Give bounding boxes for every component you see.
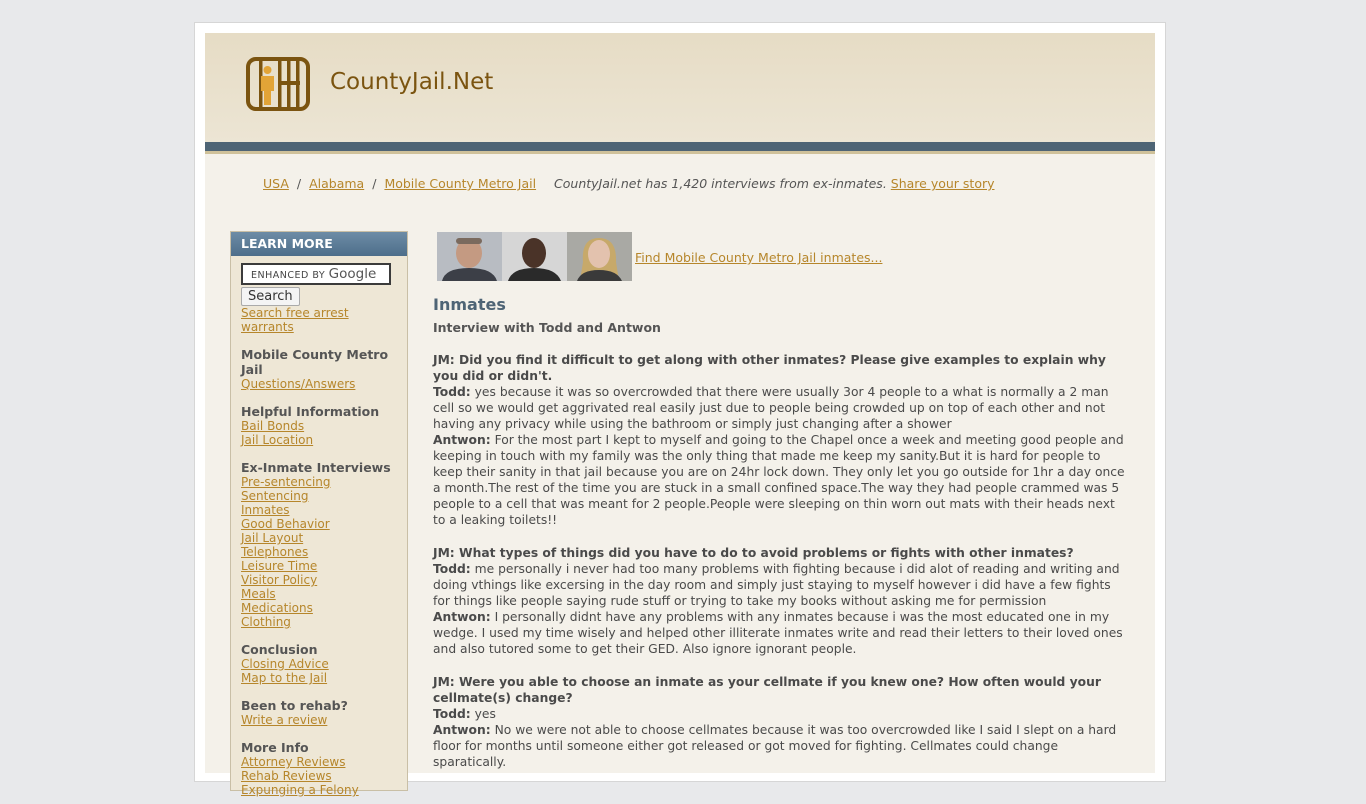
sidebar-link-rehab-reviews[interactable]: Rehab Reviews: [241, 769, 397, 783]
search-button[interactable]: Search: [241, 287, 300, 306]
answer: Antwon: I personally didnt have any prob…: [433, 609, 1125, 657]
speaker-label: Antwon:: [433, 433, 491, 447]
sidebar-link-pre-sentencing[interactable]: Pre-sentencing: [241, 475, 397, 489]
breadcrumb-usa[interactable]: USA: [263, 176, 289, 191]
sidebar-header: LEARN MORE: [231, 232, 407, 256]
question: JM: What types of things did you have to…: [433, 546, 1074, 560]
sidebar-link-attorney-reviews[interactable]: Attorney Reviews: [241, 755, 397, 769]
section-title: Ex-Inmate Interviews: [241, 460, 391, 475]
answer-text: yes because it was so overcrowded that t…: [433, 385, 1109, 431]
section-title: Helpful Information: [241, 404, 380, 419]
speaker-label: Todd:: [433, 562, 471, 576]
breadcrumb-separator: /: [372, 176, 377, 191]
enhanced-by-label: ENHANCED BY: [251, 270, 326, 281]
answer-text: No we were not able to choose cellmates …: [433, 723, 1117, 769]
mugshot-photo[interactable]: [502, 232, 567, 281]
sidebar-link-visitor-policy[interactable]: Visitor Policy: [241, 573, 397, 587]
sidebar-link-questions[interactable]: Questions/Answers: [241, 377, 397, 391]
sidebar-link-clothing[interactable]: Clothing: [241, 615, 397, 629]
answer-text: I personally didnt have any problems wit…: [433, 610, 1123, 656]
answer-text: For the most part I kept to myself and g…: [433, 433, 1125, 527]
interviews-count-note: CountyJail.net has 1,420 interviews from…: [554, 176, 887, 191]
answer: Antwon: For the most part I kept to myse…: [433, 432, 1125, 528]
sidebar-body: ENHANCED BY Google Search Search free ar…: [231, 256, 407, 804]
answer-text: yes: [474, 707, 496, 721]
sidebar-link-meals[interactable]: Meals: [241, 587, 397, 601]
answer: Antwon: No we were not able to choose ce…: [433, 722, 1125, 770]
page-frame: CountyJail.Net USA / Alabama / Mobile County…: [194, 22, 1166, 797]
question: JM: Were you able to choose an inmate as…: [433, 675, 1101, 705]
site-header: CountyJail.Net: [205, 33, 1155, 142]
sidebar-link-inmates[interactable]: Inmates: [241, 503, 397, 517]
site-title[interactable]: CountyJail.Net: [330, 69, 493, 95]
sidebar-link-expunging[interactable]: Expunging a Felony: [241, 783, 397, 797]
qa-block: JM: What types of things did you have to…: [433, 545, 1125, 657]
question: JM: Did you find it difficult to get alo…: [433, 353, 1106, 383]
page-inner: CountyJail.Net USA / Alabama / Mobile County…: [205, 33, 1155, 797]
section-title: Mobile County Metro Jail: [241, 347, 389, 377]
google-logo: Google: [328, 266, 377, 282]
breadcrumb-jail[interactable]: Mobile County Metro Jail: [384, 176, 536, 191]
sidebar-link-closing-advice[interactable]: Closing Advice: [241, 657, 397, 671]
find-inmates-link[interactable]: Find Mobile County Metro Jail inmates...: [635, 250, 882, 265]
sidebar-link-jail-layout[interactable]: Jail Layout: [241, 531, 397, 545]
sidebar-link-good-behavior[interactable]: Good Behavior: [241, 517, 397, 531]
mugshot-photo[interactable]: [567, 232, 632, 281]
interview-subheading: Interview with Todd and Antwon: [433, 320, 661, 335]
header-divider: [205, 142, 1155, 151]
share-story-link[interactable]: Share your story: [891, 176, 995, 191]
breadcrumb-alabama[interactable]: Alabama: [309, 176, 364, 191]
sidebar-link-bail-bonds[interactable]: Bail Bonds: [241, 419, 397, 433]
warrants-link[interactable]: Search free arrest warrants: [241, 306, 397, 334]
sidebar-link-jail-location[interactable]: Jail Location: [241, 433, 397, 447]
speaker-label: Todd:: [433, 707, 471, 721]
section-title: Been to rehab?: [241, 698, 348, 713]
breadcrumb: USA / Alabama / Mobile County Metro Jail Cou…: [263, 176, 995, 191]
sidebar-link-telephones[interactable]: Telephones: [241, 545, 397, 559]
google-search-input[interactable]: ENHANCED BY Google: [241, 263, 391, 285]
sidebar-link-map[interactable]: Map to the Jail: [241, 671, 397, 685]
sidebar: LEARN MORE ENHANCED BY Google Search Sea…: [230, 231, 408, 797]
speaker-label: Antwon:: [433, 610, 491, 624]
sidebar-link-medications[interactable]: Medications: [241, 601, 397, 615]
jail-bars-logo-icon[interactable]: [246, 57, 310, 115]
answer-text: me personally i never had too many probl…: [433, 562, 1120, 608]
sidebar-link-leisure-time[interactable]: Leisure Time: [241, 559, 397, 573]
answer: Todd: yes because it was so overcrowded …: [433, 384, 1125, 432]
mugshot-photo[interactable]: [437, 232, 502, 281]
qa-block: JM: Were you able to choose an inmate as…: [433, 674, 1125, 770]
speaker-label: Todd:: [433, 385, 471, 399]
qa-block: JM: Did you find it difficult to get alo…: [433, 352, 1125, 528]
main-content: Find Mobile County Metro Jail inmates...…: [433, 232, 1125, 770]
breadcrumb-separator: /: [296, 176, 302, 191]
answer: Todd: me personally i never had too many…: [433, 561, 1125, 609]
section-title: More Info: [241, 740, 309, 755]
header-divider-accent: [205, 151, 1155, 154]
speaker-label: Antwon:: [433, 723, 491, 737]
sidebar-link-write-review[interactable]: Write a review: [241, 713, 397, 727]
page-heading: Inmates: [433, 295, 506, 314]
mugshot-strip: Find Mobile County Metro Jail inmates...: [437, 232, 1125, 281]
section-title: Conclusion: [241, 642, 318, 657]
sidebar-link-sentencing[interactable]: Sentencing: [241, 489, 397, 503]
answer: Todd: yes: [433, 706, 1125, 722]
